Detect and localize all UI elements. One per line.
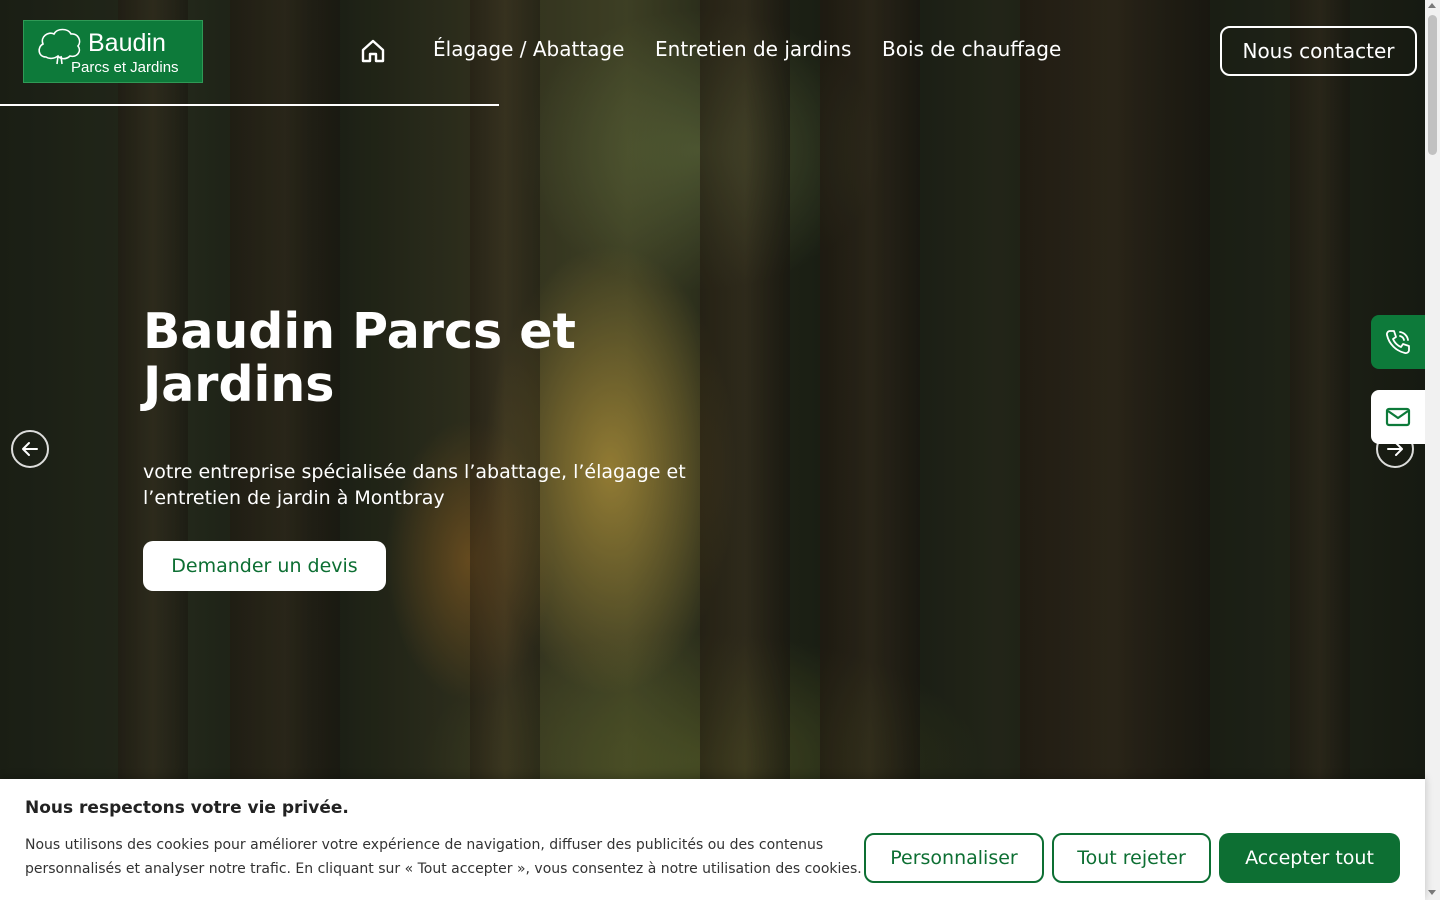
request-quote-button[interactable]: Demander un devis [143, 541, 386, 591]
customize-cookies-button[interactable]: Personnaliser [864, 833, 1044, 883]
arrow-left-icon [22, 442, 38, 456]
cookie-banner: Nous respectons votre vie privée. Nous u… [0, 779, 1425, 900]
hero-subtitle: votre entreprise spécialisée dans l’abat… [143, 461, 686, 509]
cookie-title: Nous respectons votre vie privée. [25, 798, 349, 818]
hero-title: Baudin Parcs et Jardins [143, 303, 576, 413]
header-underline [0, 104, 499, 106]
cookie-text: Nous utilisons des cookies pour améliore… [25, 837, 862, 877]
reject-all-cookies-button[interactable]: Tout rejeter [1052, 833, 1211, 883]
slider-prev-button[interactable] [11, 430, 49, 468]
home-icon[interactable] [360, 38, 386, 64]
scroll-thumb[interactable] [1428, 15, 1437, 155]
logo-brand: Baudin [88, 29, 166, 57]
mail-icon [1385, 407, 1411, 427]
site-header: Baudin Parcs et Jardins Élagage / Abatta… [0, 0, 1425, 106]
side-phone-button[interactable] [1371, 315, 1425, 369]
nav-bois-chauffage[interactable]: Bois de chauffage [882, 37, 1061, 61]
logo-subtitle: Parcs et Jardins [71, 59, 179, 76]
contact-button[interactable]: Nous contacter [1220, 26, 1417, 76]
hero-background [0, 0, 1425, 900]
nav-elagage-abattage[interactable]: Élagage / Abattage [433, 37, 624, 61]
phone-icon [1386, 330, 1410, 354]
nav-entretien-jardins[interactable]: Entretien de jardins [655, 37, 851, 61]
accept-all-cookies-button[interactable]: Accepter tout [1219, 833, 1400, 883]
side-mail-button[interactable] [1371, 390, 1425, 444]
scroll-down-arrow[interactable] [1428, 890, 1436, 895]
site-logo[interactable]: Baudin Parcs et Jardins [23, 20, 203, 83]
page-scrollbar[interactable] [1425, 0, 1440, 900]
scroll-up-arrow[interactable] [1428, 3, 1436, 8]
